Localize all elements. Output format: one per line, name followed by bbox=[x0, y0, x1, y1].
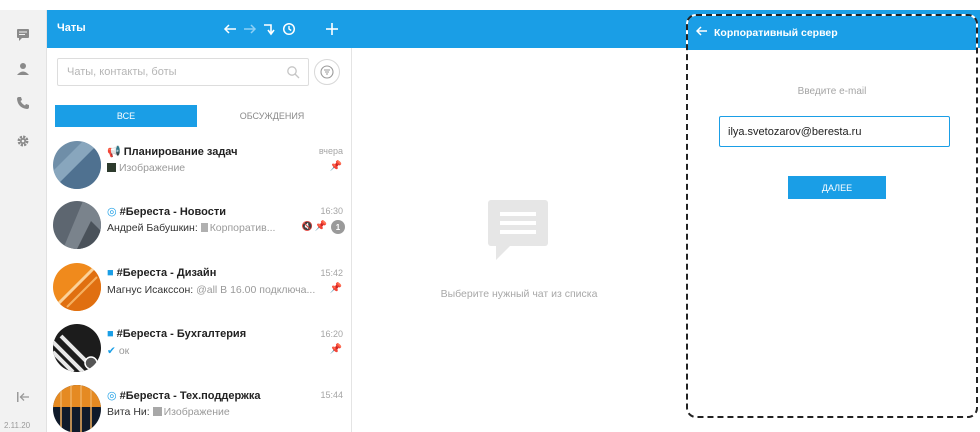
clock-time: 2.11.20 bbox=[4, 421, 31, 430]
avatar bbox=[53, 324, 101, 372]
chat-title: 📢 Планирование задач bbox=[107, 146, 238, 158]
avatar bbox=[53, 385, 101, 432]
chat-title: ■ #Береста - Бухгалтерия bbox=[107, 328, 247, 340]
tab-bar: ВСЕ ОБСУЖДЕНИЯ bbox=[55, 105, 343, 127]
chat-title: ◎ #Береста - Тех.поддержка bbox=[107, 390, 261, 402]
globe-icon: ◎ bbox=[107, 206, 117, 218]
search-icon[interactable] bbox=[286, 65, 300, 79]
unread-badge: 1 bbox=[331, 220, 345, 234]
chat-time: 15:44 bbox=[320, 390, 343, 400]
chat-preview: ✔ ок bbox=[107, 345, 130, 357]
chat-list-panel: ВСЕ ОБСУЖДЕНИЯ 📢Планирование задач вчера… bbox=[47, 48, 352, 432]
chat-item-accounting[interactable]: ■ #Береста - Бухгалтерия 16:20 ✔ ок 📌 bbox=[47, 324, 351, 384]
empty-state-text: Выберите нужный чат из списка bbox=[440, 288, 598, 300]
pin-icon: 📌 bbox=[329, 344, 342, 355]
chat-placeholder-icon bbox=[488, 200, 548, 260]
search-box bbox=[57, 58, 309, 86]
panel-header: Корпоративный сервер bbox=[688, 16, 976, 50]
back-arrow-icon[interactable] bbox=[695, 24, 708, 40]
chat-preview: Магнус Исакссон: @all В 16.00 подключа..… bbox=[107, 284, 316, 296]
chat-time: 16:20 bbox=[320, 329, 343, 339]
email-label: Введите e-mail bbox=[797, 86, 867, 97]
app-window: 2.11.20 Чаты ВСЕ ОБСУЖДЕНИЯ bbox=[0, 0, 980, 432]
image-icon bbox=[107, 163, 116, 172]
filter-button[interactable] bbox=[314, 59, 340, 85]
tab-all[interactable]: ВСЕ bbox=[55, 105, 197, 127]
chat-icon[interactable] bbox=[12, 24, 34, 46]
chat-title: ■ #Береста - Дизайн bbox=[107, 267, 217, 279]
collapse-icon[interactable] bbox=[12, 386, 34, 408]
tab-discussions[interactable]: ОБСУЖДЕНИЯ bbox=[201, 105, 343, 127]
chat-item-design[interactable]: ■ #Береста - Дизайн 15:42 Магнус Исакссон… bbox=[47, 263, 351, 323]
chat-time: 16:30 bbox=[320, 206, 343, 216]
phone-icon[interactable] bbox=[12, 92, 34, 114]
jump-icon[interactable] bbox=[258, 17, 280, 41]
left-rail: 2.11.20 bbox=[0, 10, 47, 432]
chat-time: 15:42 bbox=[320, 268, 343, 278]
pin-icon: 📌 bbox=[329, 161, 342, 172]
chat-empty-state: Выберите нужный чат из списка bbox=[353, 48, 685, 432]
mute-icon: 🔇 bbox=[301, 221, 313, 231]
pin-icon: 📌 bbox=[314, 221, 327, 232]
chat-item-support[interactable]: ◎ #Береста - Тех.поддержка 15:44 Вита Ни:… bbox=[47, 385, 351, 432]
image-icon bbox=[152, 407, 162, 416]
user-icon[interactable] bbox=[12, 58, 34, 80]
add-chat-icon[interactable] bbox=[321, 17, 343, 41]
avatar bbox=[53, 141, 101, 189]
chat-title: ◎ #Береста - Новости bbox=[107, 206, 226, 218]
briefcase-icon: ■ bbox=[107, 267, 114, 279]
pin-icon: 📌 bbox=[329, 283, 342, 294]
document-icon bbox=[200, 223, 208, 232]
double-check-icon: ✔ bbox=[107, 345, 116, 357]
globe-icon: ◎ bbox=[107, 390, 117, 402]
chat-preview: Вита Ни: Изображение bbox=[107, 406, 230, 418]
search-input[interactable] bbox=[67, 59, 287, 85]
chat-time: вчера bbox=[318, 146, 343, 156]
chat-preview: Андрей Бабушкин: Корпоратив... bbox=[107, 222, 276, 234]
gear-icon[interactable] bbox=[12, 130, 34, 152]
chat-preview: Изображение bbox=[107, 162, 185, 174]
history-icon[interactable] bbox=[278, 17, 300, 41]
chat-item-news[interactable]: ◎ #Береста - Новости 16:30 Андрей Бабушки… bbox=[47, 201, 351, 261]
broadcast-icon: 📢 bbox=[107, 146, 121, 158]
avatar bbox=[53, 201, 101, 249]
back-arrow-icon[interactable] bbox=[219, 17, 241, 41]
avatar bbox=[53, 263, 101, 311]
corporate-server-panel: Корпоративный сервер Введите e-mail ДАЛЕ… bbox=[686, 14, 978, 418]
briefcase-icon: ■ bbox=[107, 328, 114, 340]
next-button[interactable]: ДАЛЕЕ bbox=[788, 176, 886, 199]
filter-icon bbox=[320, 65, 334, 79]
chats-title: Чаты bbox=[57, 22, 86, 34]
chat-item-planning[interactable]: 📢 Планирование задач вчера Изображение 📌 bbox=[47, 141, 351, 201]
email-field[interactable] bbox=[719, 116, 950, 147]
panel-title: Корпоративный сервер bbox=[714, 27, 838, 39]
